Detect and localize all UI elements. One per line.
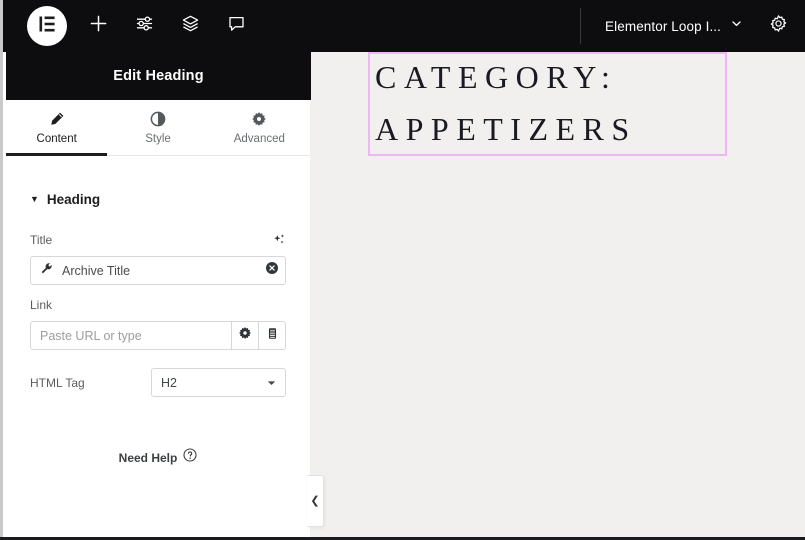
- top-bar-divider: [580, 8, 581, 44]
- document-menu-button[interactable]: [721, 0, 751, 52]
- notes-comment-icon: [227, 14, 246, 38]
- add-element-button[interactable]: [75, 0, 121, 52]
- elementor-editor: Elementor Loop I... Edit Heading Content…: [0, 0, 805, 540]
- tab-style[interactable]: Style: [107, 100, 208, 155]
- contrast-circle-icon: [150, 111, 166, 128]
- question-circle-icon: [183, 448, 197, 467]
- link-field[interactable]: [30, 321, 286, 350]
- selected-widget-heading[interactable]: CATEGORY: APPETIZERS: [368, 52, 727, 156]
- title-dynamic-tag-field[interactable]: Archive Title: [30, 256, 286, 285]
- site-settings-button[interactable]: [121, 0, 167, 52]
- title-clear-button[interactable]: [259, 257, 285, 284]
- ai-sparkle-icon[interactable]: [272, 233, 286, 247]
- gear-icon: [238, 326, 252, 345]
- database-stack-icon: [266, 327, 279, 345]
- tab-advanced[interactable]: Advanced: [209, 100, 310, 155]
- editor-canvas[interactable]: CATEGORY: APPETIZERS: [308, 52, 805, 534]
- clear-circle-x-icon: [265, 261, 279, 280]
- add-element-icon: [89, 14, 108, 38]
- control-link-label-row: Link: [30, 297, 286, 313]
- structure-button[interactable]: [167, 0, 213, 52]
- tab-advanced-label: Advanced: [233, 132, 285, 145]
- need-help-link[interactable]: Need Help: [6, 448, 310, 467]
- elementor-logo-icon: [37, 14, 57, 39]
- pencil-icon: [49, 111, 65, 128]
- editor-panel: Edit Heading Content Style Advanced ▼ He…: [0, 0, 311, 537]
- tab-content-label: Content: [36, 132, 77, 145]
- control-title: Title Archive Title: [30, 232, 286, 285]
- control-link: Link: [30, 297, 286, 350]
- section-heading-toggle[interactable]: ▼ Heading: [30, 178, 286, 220]
- panel-header: Edit Heading: [6, 52, 311, 100]
- gear-icon: [251, 111, 267, 128]
- panel-body: ▼ Heading Title Archive Title Link Paste…: [6, 156, 310, 537]
- control-html-tag-label: HTML Tag: [30, 375, 85, 390]
- site-settings-icon: [135, 14, 154, 38]
- caret-down-icon: ▼: [30, 193, 39, 204]
- chevron-down-icon: [730, 17, 743, 35]
- title-dynamic-tag-chip[interactable]: Archive Title: [31, 257, 259, 284]
- editor-top-bar: Elementor Loop I...: [3, 0, 805, 52]
- link-options-button[interactable]: [231, 322, 258, 349]
- document-title[interactable]: Elementor Loop I...: [605, 19, 721, 34]
- tab-style-label: Style: [145, 132, 171, 145]
- tab-content[interactable]: Content: [6, 100, 108, 156]
- control-link-label: Link: [30, 298, 53, 312]
- control-html-tag: HTML Tag H2: [30, 368, 286, 397]
- editor-settings-button[interactable]: [751, 0, 805, 52]
- control-title-label: Title: [30, 233, 53, 247]
- heading-text: CATEGORY: APPETIZERS: [375, 59, 637, 147]
- wrench-icon: [40, 262, 53, 280]
- notes-button[interactable]: [213, 0, 259, 52]
- link-url-input[interactable]: [31, 322, 231, 349]
- elementor-logo-button[interactable]: [27, 6, 67, 46]
- need-help-label: Need Help: [118, 450, 178, 465]
- panel-tabs: Content Style Advanced: [6, 100, 310, 156]
- top-bar-right-group: Elementor Loop I...: [605, 0, 805, 52]
- section-heading-title: Heading: [46, 191, 101, 207]
- panel-header-title: Edit Heading: [113, 68, 204, 84]
- panel-collapse-button[interactable]: ❮: [307, 475, 324, 527]
- chevron-left-icon: ❮: [310, 494, 320, 507]
- link-dynamic-tag-button[interactable]: [258, 322, 285, 349]
- title-dynamic-tag-value: Archive Title: [62, 263, 131, 278]
- control-title-label-row: Title: [30, 232, 286, 248]
- structure-layers-icon: [181, 14, 200, 38]
- top-bar-left-group: [3, 0, 259, 52]
- html-tag-select-wrap: H2: [151, 368, 286, 397]
- html-tag-select[interactable]: H2: [151, 368, 286, 397]
- gear-icon: [769, 14, 788, 38]
